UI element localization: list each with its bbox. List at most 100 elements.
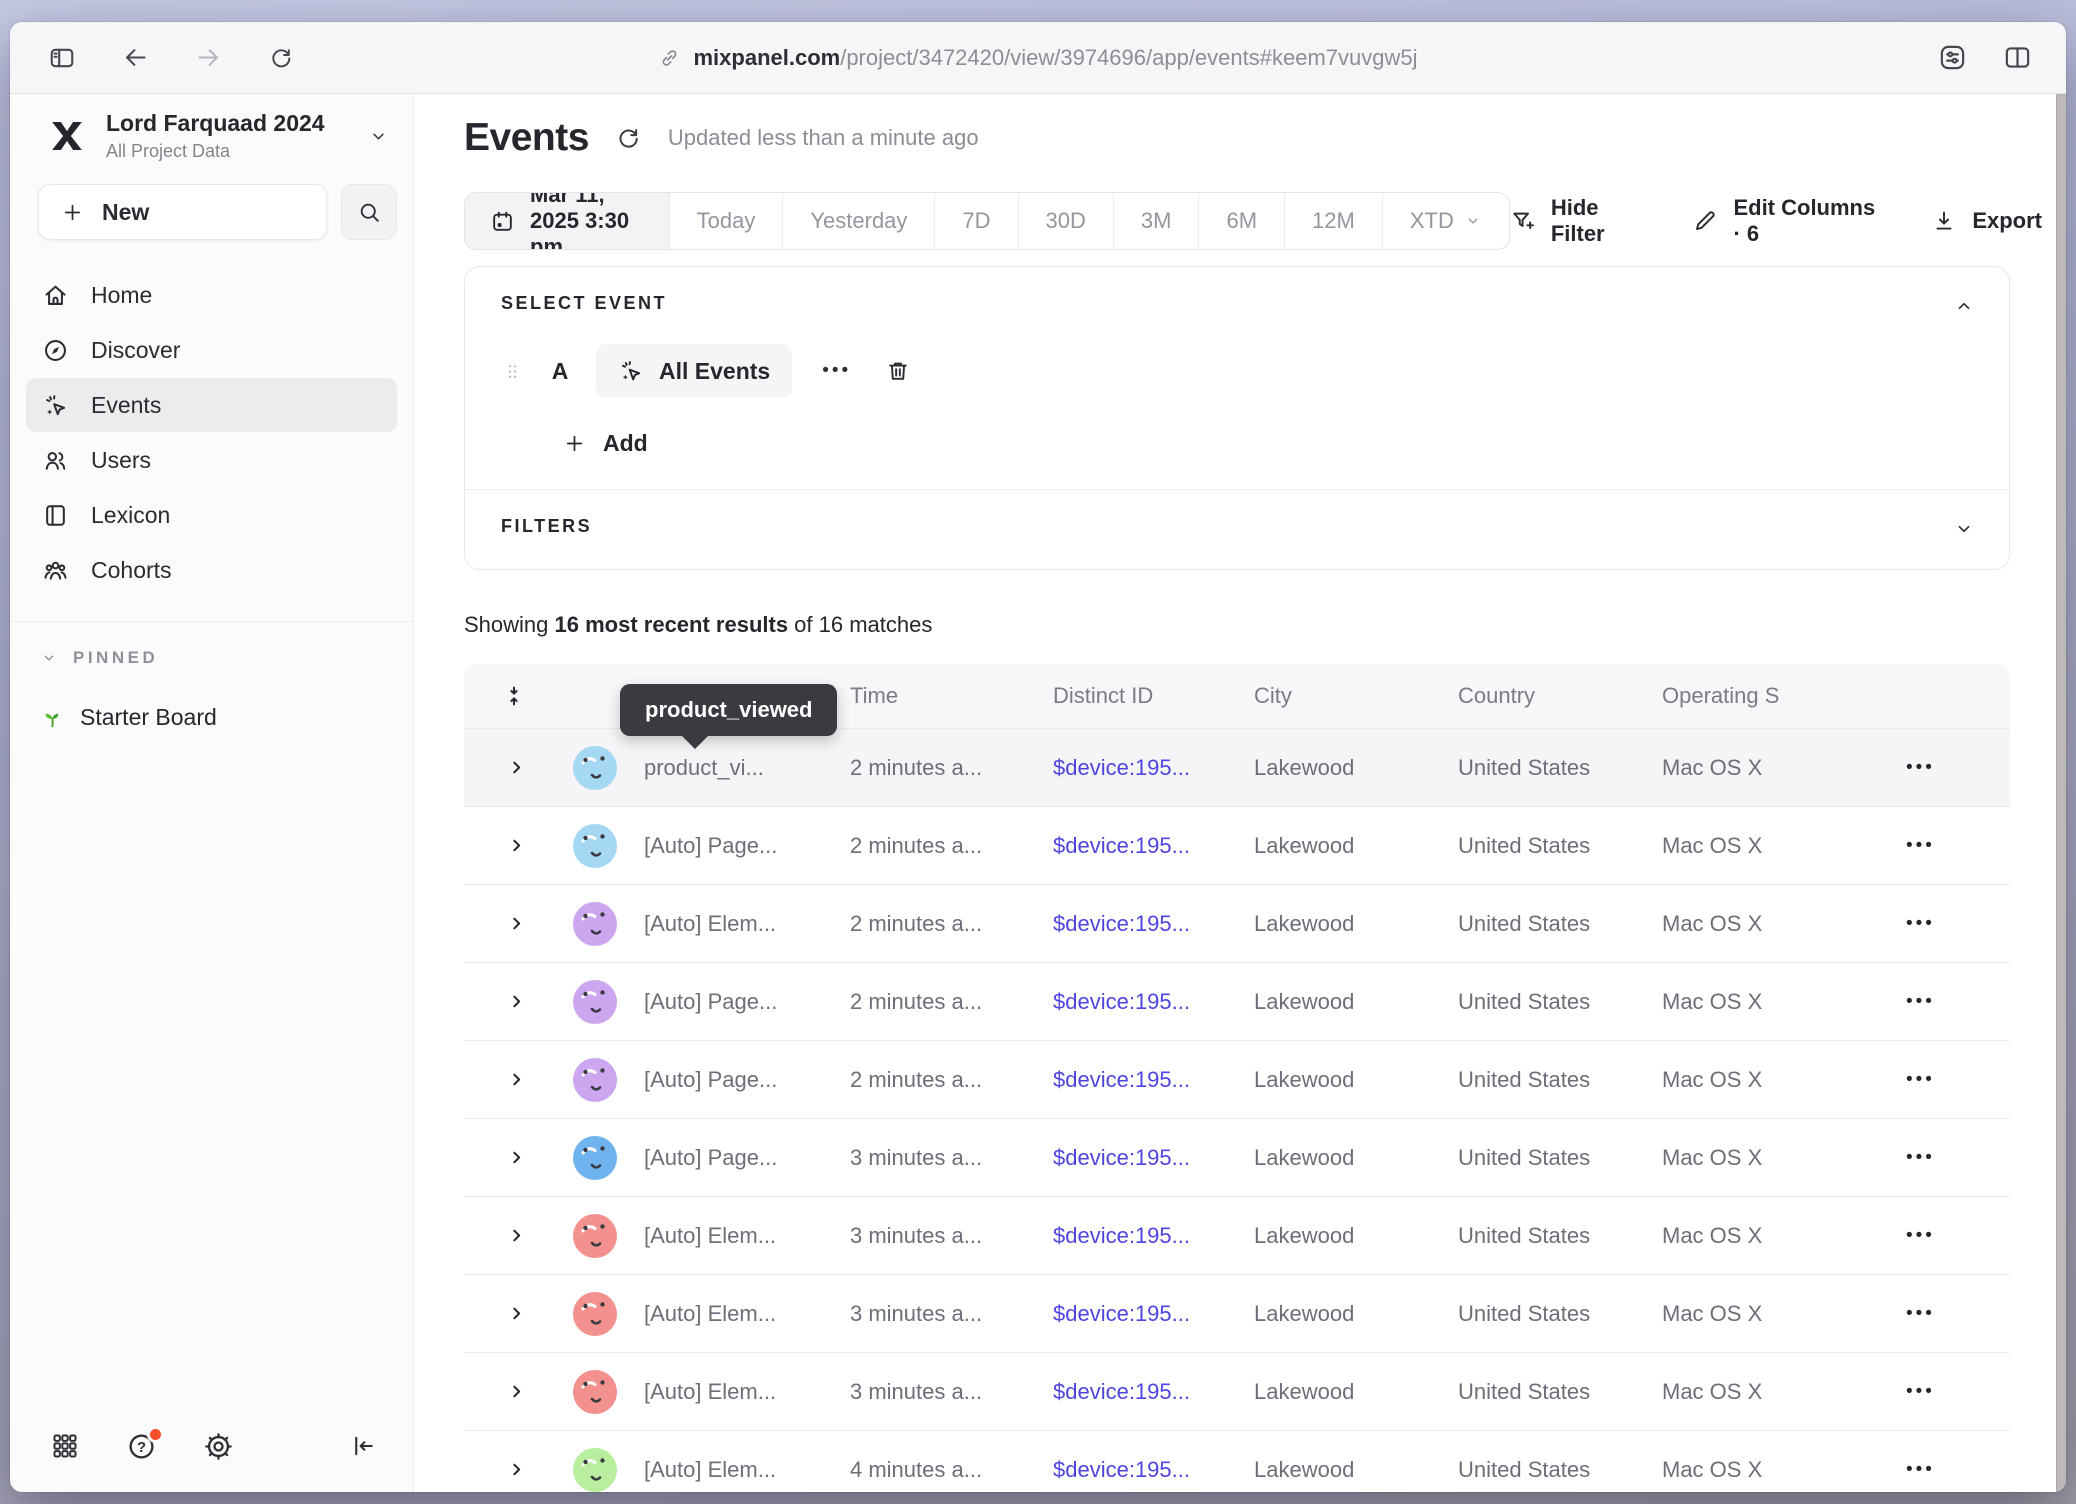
settings-gear-icon[interactable] (203, 1431, 234, 1462)
range-7d[interactable]: 7D (934, 193, 1017, 249)
distinct-id-link[interactable]: $device:195... (1053, 911, 1254, 937)
row-menu-button[interactable]: ••• (1892, 1303, 2010, 1325)
range-6m[interactable]: 6M (1198, 193, 1284, 249)
lexicon-icon (42, 502, 69, 529)
page-settings-icon[interactable] (1938, 43, 1967, 72)
distinct-id-link[interactable]: $device:195... (1053, 989, 1254, 1015)
split-view-icon[interactable] (2003, 43, 2032, 72)
search-button[interactable] (341, 184, 397, 240)
hide-filter-button[interactable]: Hide Filter (1510, 195, 1637, 247)
sidebar-item-home[interactable]: Home (26, 268, 397, 322)
row-menu-button[interactable]: ••• (1892, 991, 2010, 1013)
range-12m[interactable]: 12M (1284, 193, 1382, 249)
distinct-id-link[interactable]: $device:195... (1053, 1301, 1254, 1327)
table-row[interactable]: [Auto] Page...3 minutes a...$device:195.… (464, 1118, 2010, 1196)
table-row[interactable]: [Auto] Page...2 minutes a...$device:195.… (464, 962, 2010, 1040)
table-row[interactable]: [Auto] Elem...3 minutes a...$device:195.… (464, 1352, 2010, 1430)
row-expand-chevron-icon[interactable] (464, 757, 540, 778)
table-row[interactable]: [Auto] Elem...4 minutes a...$device:195.… (464, 1430, 2010, 1492)
page-scrollbar[interactable] (2056, 94, 2066, 1492)
country-cell: United States (1458, 755, 1662, 781)
reload-icon[interactable] (268, 45, 294, 71)
refresh-icon[interactable] (615, 125, 642, 152)
chevron-up-icon[interactable] (1953, 295, 1975, 317)
collapse-sidebar-icon[interactable] (349, 1432, 377, 1460)
distinct-id-link[interactable]: $device:195... (1053, 1457, 1254, 1483)
range-today[interactable]: Today (669, 193, 783, 249)
column-header-distinct-id[interactable]: Distinct ID (1053, 683, 1254, 709)
os-cell: Mac OS X (1662, 1145, 1892, 1171)
chevron-down-icon[interactable] (1953, 518, 1975, 540)
distinct-id-link[interactable]: $device:195... (1053, 833, 1254, 859)
distinct-id-link[interactable]: $device:195... (1053, 1067, 1254, 1093)
country-cell: United States (1458, 989, 1662, 1015)
trash-icon[interactable] (885, 358, 911, 384)
row-expand-chevron-icon[interactable] (464, 1147, 540, 1168)
row-expand-chevron-icon[interactable] (464, 1225, 540, 1246)
column-header-operating-s[interactable]: Operating S (1662, 683, 1892, 709)
column-header-time[interactable]: Time (850, 683, 1053, 709)
distinct-id-link[interactable]: $device:195... (1053, 1223, 1254, 1249)
date-picker-button[interactable]: Mar 11, 2025 3:30 pm (465, 193, 669, 249)
row-expand-chevron-icon[interactable] (464, 1459, 540, 1480)
os-cell: Mac OS X (1662, 911, 1892, 937)
row-menu-button[interactable]: ••• (1892, 1459, 2010, 1481)
distinct-id-link[interactable]: $device:195... (1053, 755, 1254, 781)
new-button[interactable]: New (38, 184, 327, 240)
sidebar-item-users[interactable]: Users (26, 433, 397, 487)
link-icon (658, 47, 680, 69)
row-menu-button[interactable]: ••• (1892, 1069, 2010, 1091)
table-row[interactable]: [Auto] Page...2 minutes a...$device:195.… (464, 806, 2010, 884)
expand-all-icon[interactable] (464, 684, 540, 708)
sidebar-item-cohorts[interactable]: Cohorts (26, 543, 397, 597)
row-menu-button[interactable]: ••• (1892, 1225, 2010, 1247)
table-row[interactable]: [Auto] Elem...3 minutes a...$device:195.… (464, 1196, 2010, 1274)
row-expand-chevron-icon[interactable] (464, 1069, 540, 1090)
help-icon[interactable]: ? (126, 1431, 157, 1462)
sidebar-item-events[interactable]: Events (26, 378, 397, 432)
event-selector-chip[interactable]: All Events (596, 344, 792, 398)
row-menu-button[interactable]: ••• (1892, 1147, 2010, 1169)
time-cell: 2 minutes a... (850, 755, 1053, 781)
city-cell: Lakewood (1254, 1067, 1458, 1093)
column-header-country[interactable]: Country (1458, 683, 1662, 709)
address-bar[interactable]: mixpanel.com/project/3472420/view/397469… (658, 45, 1417, 71)
sidebar-item-lexicon[interactable]: Lexicon (26, 488, 397, 542)
sidebar-toggle-icon[interactable] (48, 44, 76, 72)
clause-more-button[interactable]: ••• (822, 360, 851, 382)
pinned-item-starter-board[interactable]: Starter Board (10, 668, 413, 731)
table-row[interactable]: [Auto] Elem...2 minutes a...$device:195.… (464, 884, 2010, 962)
range-3m[interactable]: 3M (1113, 193, 1199, 249)
row-menu-button[interactable]: ••• (1892, 757, 2010, 779)
back-icon[interactable] (122, 44, 149, 71)
forward-icon[interactable] (195, 44, 222, 71)
row-menu-button[interactable]: ••• (1892, 1381, 2010, 1403)
apps-grid-icon[interactable] (50, 1431, 80, 1461)
row-expand-chevron-icon[interactable] (464, 991, 540, 1012)
table-row[interactable]: [Auto] Elem...3 minutes a...$device:195.… (464, 1274, 2010, 1352)
os-cell: Mac OS X (1662, 755, 1892, 781)
range-yesterday[interactable]: Yesterday (782, 193, 934, 249)
sidebar-item-discover[interactable]: Discover (26, 323, 397, 377)
row-expand-chevron-icon[interactable] (464, 1303, 540, 1324)
table-row[interactable]: [Auto] Page...2 minutes a...$device:195.… (464, 1040, 2010, 1118)
range-xtd[interactable]: XTD (1382, 193, 1509, 249)
drag-handle-icon[interactable] (501, 360, 524, 383)
row-expand-chevron-icon[interactable] (464, 913, 540, 934)
project-switcher[interactable]: Lord Farquaad 2024 All Project Data (10, 94, 413, 162)
distinct-id-link[interactable]: $device:195... (1053, 1145, 1254, 1171)
edit-columns-button[interactable]: Edit Columns · 6 (1692, 195, 1875, 247)
range-30d[interactable]: 30D (1018, 193, 1113, 249)
add-event-button[interactable]: Add (563, 430, 1973, 457)
date-range-control: Mar 11, 2025 3:30 pm TodayYesterday7D30D… (464, 192, 1510, 250)
export-button[interactable]: Export (1931, 208, 2042, 234)
column-header-city[interactable]: City (1254, 683, 1458, 709)
distinct-id-link[interactable]: $device:195... (1053, 1379, 1254, 1405)
row-expand-chevron-icon[interactable] (464, 835, 540, 856)
row-menu-button[interactable]: ••• (1892, 835, 2010, 857)
time-cell: 2 minutes a... (850, 989, 1053, 1015)
row-expand-chevron-icon[interactable] (464, 1381, 540, 1402)
pinned-section-header[interactable]: PINNED (10, 622, 413, 668)
row-menu-button[interactable]: ••• (1892, 913, 2010, 935)
svg-text:?: ? (137, 1439, 146, 1455)
